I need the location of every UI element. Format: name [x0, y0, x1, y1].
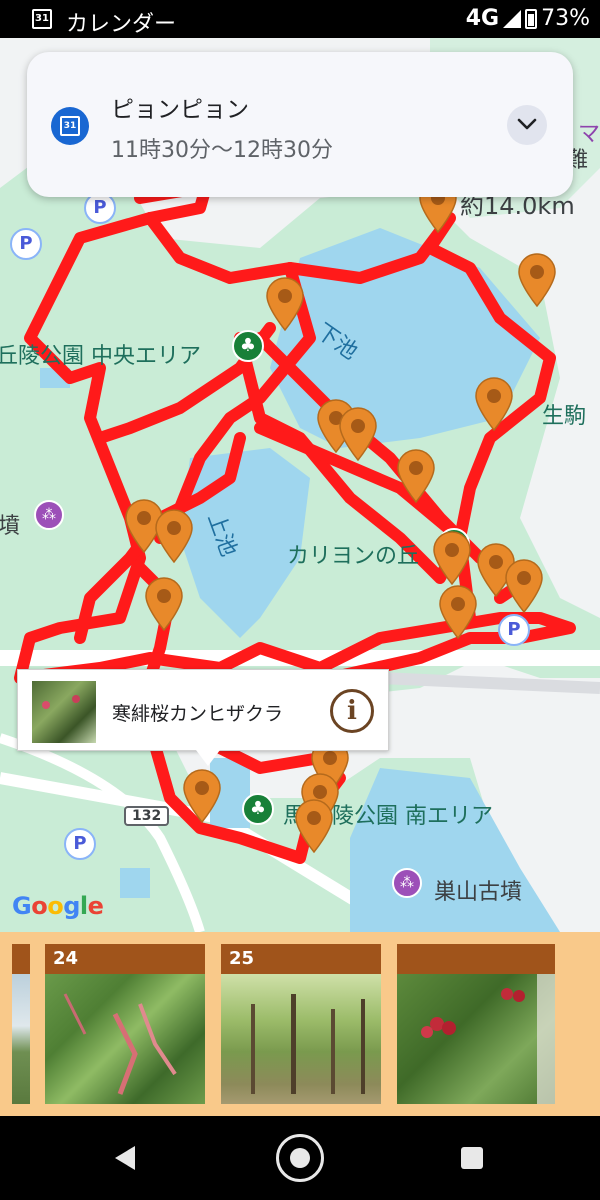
parking-icon[interactable]: P	[64, 828, 96, 860]
photo-pin-icon[interactable]	[504, 558, 544, 614]
photo-pin-icon[interactable]	[182, 768, 222, 824]
label-kofun-partial: 墳	[0, 514, 21, 539]
info-icon[interactable]: i	[330, 689, 374, 733]
parking-icon[interactable]: P	[498, 614, 530, 646]
park-tree-icon[interactable]: ♣	[232, 330, 264, 362]
photo-image	[12, 974, 30, 1104]
kofun-icon[interactable]: ⁂	[34, 500, 64, 530]
photo-pin-icon[interactable]	[396, 448, 436, 504]
photo-number: 24	[45, 944, 205, 974]
photo-pin-icon[interactable]	[144, 576, 184, 632]
photo-pin-icon[interactable]	[517, 252, 557, 308]
status-indicators: 4G 73%	[466, 6, 590, 31]
photo-pin-icon[interactable]	[338, 406, 378, 462]
home-button[interactable]	[276, 1134, 324, 1182]
battery-level: 73%	[541, 6, 590, 31]
popup-thumbnail	[32, 681, 96, 743]
signal-icon	[503, 9, 522, 28]
photo-pin-icon[interactable]	[294, 798, 334, 854]
photo-number	[397, 944, 555, 974]
photo-thumbnail[interactable]: 24	[45, 944, 205, 1104]
label-suyama-kofun: 巣山古墳	[434, 880, 523, 905]
photo-number: 25	[221, 944, 381, 974]
label-central-area: 丘陵公園 中央エリア	[0, 344, 201, 369]
google-logo-letter: o	[47, 892, 64, 920]
photo-strip[interactable]: 24 25	[0, 932, 600, 1116]
photo-image	[45, 974, 205, 1104]
photo-thumbnail[interactable]	[12, 944, 30, 1104]
photo-pin-icon[interactable]	[474, 376, 514, 432]
photo-image	[397, 974, 555, 1104]
photo-thumbnail[interactable]: 25	[221, 944, 381, 1104]
event-notification[interactable]: 31 ピョンピョン 11時30分～12時30分	[27, 52, 573, 197]
photo-pin-icon[interactable]	[438, 584, 478, 640]
route-shield: 132	[124, 806, 170, 826]
google-logo-letter: o	[31, 892, 48, 920]
notification-time: 11時30分～12時30分	[111, 138, 333, 163]
chevron-down-icon	[517, 118, 537, 130]
back-button[interactable]	[115, 1146, 135, 1170]
photo-pin-icon[interactable]	[432, 530, 472, 586]
google-logo-letter: l	[79, 892, 88, 920]
photo-pin-icon[interactable]	[154, 508, 194, 564]
photo-image	[221, 974, 381, 1104]
kofun-icon[interactable]: ⁂	[392, 868, 422, 898]
calendar-app-icon: 31	[32, 9, 52, 29]
network-type: 4G	[465, 6, 500, 31]
google-logo-letter: e	[87, 892, 104, 920]
label-ikoma: 生駒	[542, 404, 587, 429]
google-logo-letter: g	[63, 892, 80, 920]
system-nav-bar	[0, 1116, 600, 1200]
status-app-name: カレンダー	[66, 12, 177, 37]
leaf-photo-art	[63, 993, 177, 1095]
expand-button[interactable]	[507, 105, 547, 145]
label-carillon-hill: カリヨンの丘	[287, 544, 420, 569]
battery-icon	[525, 8, 538, 29]
photo-header	[12, 944, 30, 974]
status-bar: 31 カレンダー 4G 73%	[0, 0, 600, 38]
google-logo-letter: G	[12, 892, 32, 920]
calendar-day-number: 31	[60, 116, 80, 136]
marker-info-popup[interactable]: 寒緋桜カンヒザクラ i	[17, 669, 389, 766]
photo-thumbnail[interactable]	[397, 944, 555, 1104]
google-logo: Google	[12, 892, 104, 920]
cherry-photo-art	[421, 974, 555, 1104]
notification-title: ピョンピョン	[111, 97, 249, 123]
calendar-icon: 31	[51, 107, 89, 145]
parking-icon[interactable]: P	[10, 228, 42, 260]
park-tree-icon[interactable]: ♣	[242, 793, 274, 825]
photo-pin-icon[interactable]	[265, 276, 305, 332]
trees-photo-art	[251, 994, 365, 1094]
recents-button[interactable]	[461, 1147, 483, 1169]
popup-title: 寒緋桜カンヒザクラ	[112, 703, 284, 725]
